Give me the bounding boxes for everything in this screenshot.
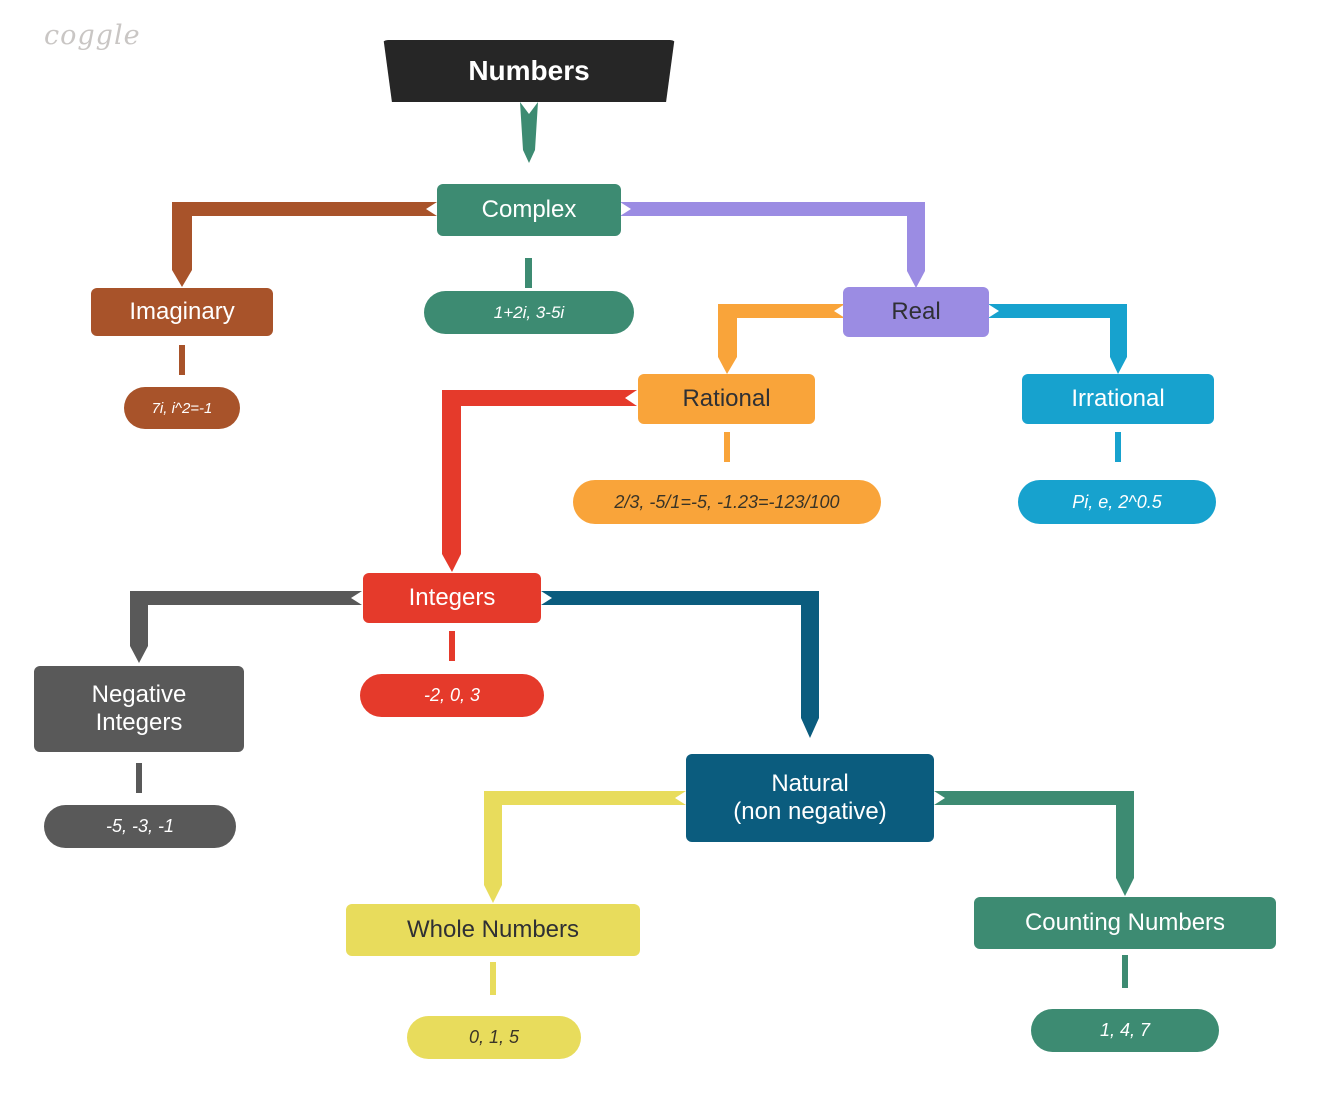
- leaf-complex-text: 1+2i, 3-5i: [493, 302, 565, 322]
- node-natural[interactable]: Natural (non negative): [686, 754, 934, 842]
- stem-counting-leaf: [1122, 955, 1128, 988]
- node-real-label: Real: [891, 297, 941, 325]
- stem-whole-leaf: [490, 962, 496, 995]
- leaf-complex-example[interactable]: 1+2i, 3-5i: [424, 291, 634, 334]
- node-irrational-label: Irrational: [1071, 384, 1165, 412]
- leaf-irrational-example[interactable]: Pi, e, 2^0.5: [1018, 480, 1216, 524]
- node-complex-label: Complex: [481, 195, 577, 223]
- leaf-integers-text: -2, 0, 3: [423, 685, 481, 705]
- edge-natural-counting: [934, 791, 1134, 896]
- stem-integers-leaf: [449, 631, 455, 661]
- node-natural-label: Natural (non negative): [733, 769, 887, 825]
- diagram-canvas: coggle Numbers Complex Imaginary Real Ra…: [0, 0, 1320, 1108]
- node-rational-label: Rational: [682, 384, 771, 412]
- leaf-imaginary-text: 7i, i^2=-1: [151, 399, 213, 417]
- leaf-negative-example[interactable]: -5, -3, -1: [44, 805, 236, 848]
- edge-integers-natural: [541, 591, 819, 738]
- edge-complex-imaginary: [172, 202, 437, 287]
- edge-numbers-complex: [520, 102, 538, 163]
- stem-rational-leaf: [724, 432, 730, 462]
- stem-irrational-leaf: [1115, 432, 1121, 462]
- node-counting-numbers-label: Counting Numbers: [1024, 908, 1226, 936]
- leaf-integers-example[interactable]: -2, 0, 3: [360, 674, 544, 717]
- node-imaginary-label: Imaginary: [129, 297, 235, 325]
- node-numbers-label: Numbers: [468, 55, 590, 86]
- node-imaginary[interactable]: Imaginary: [91, 288, 273, 336]
- node-integers-label: Integers: [408, 583, 496, 611]
- leaf-whole-text: 0, 1, 5: [468, 1027, 520, 1047]
- leaf-imaginary-example[interactable]: 7i, i^2=-1: [124, 387, 240, 429]
- edge-real-irrational: [988, 304, 1127, 374]
- node-negative-integers-label: Negative Integers: [91, 680, 187, 736]
- node-whole-numbers[interactable]: Whole Numbers: [346, 904, 640, 956]
- edge-complex-real: [620, 202, 925, 288]
- node-integers[interactable]: Integers: [363, 573, 541, 623]
- leaf-whole-example[interactable]: 0, 1, 5: [407, 1016, 581, 1059]
- stem-negative-leaf: [136, 763, 142, 793]
- leaf-rational-example[interactable]: 2/3, -5/1=-5, -1.23=-123/100: [573, 480, 881, 524]
- edge-integers-negative: [130, 591, 362, 663]
- coggle-logo[interactable]: coggle: [44, 20, 141, 51]
- leaf-rational-text: 2/3, -5/1=-5, -1.23=-123/100: [614, 491, 840, 512]
- node-numbers[interactable]: Numbers: [383, 40, 675, 102]
- leaf-counting-example[interactable]: 1, 4, 7: [1031, 1009, 1219, 1052]
- edge-natural-whole: [484, 791, 686, 903]
- node-negative-integers[interactable]: Negative Integers: [34, 666, 244, 752]
- leaf-counting-text: 1, 4, 7: [1099, 1020, 1151, 1040]
- node-real[interactable]: Real: [843, 287, 989, 337]
- node-complex[interactable]: Complex: [437, 184, 621, 236]
- leaf-negative-text: -5, -3, -1: [105, 816, 175, 836]
- node-counting-numbers[interactable]: Counting Numbers: [974, 897, 1276, 949]
- node-irrational[interactable]: Irrational: [1022, 374, 1214, 424]
- node-rational[interactable]: Rational: [638, 374, 815, 424]
- stem-complex-leaf: [525, 258, 532, 288]
- node-whole-numbers-label: Whole Numbers: [406, 915, 580, 943]
- stem-imaginary-leaf: [179, 345, 185, 375]
- edge-real-rational: [718, 304, 845, 374]
- leaf-irrational-text: Pi, e, 2^0.5: [1072, 491, 1162, 512]
